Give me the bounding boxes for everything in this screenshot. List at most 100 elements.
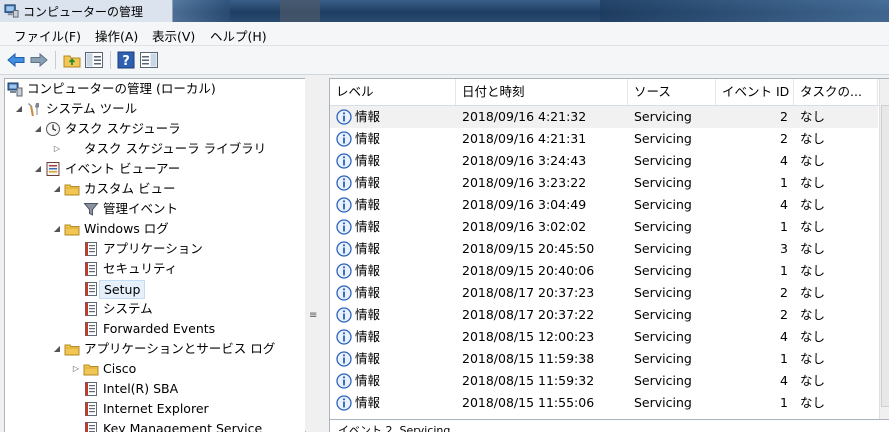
tree-item[interactable]: コンピューターの管理 (ローカル) xyxy=(5,79,305,99)
cell-datetime: 2018/08/15 11:59:32 xyxy=(462,370,594,392)
vertical-scrollbar[interactable] xyxy=(879,79,889,419)
cell-level: 情報 xyxy=(355,348,380,370)
cell-datetime: 2018/09/16 3:23:22 xyxy=(462,172,586,194)
tree-item-label: タスク スケジューラ xyxy=(65,119,181,139)
scrollbar-thumb[interactable] xyxy=(881,105,889,407)
table-row[interactable]: 情報2018/08/15 11:59:32Servicing4なし xyxy=(330,370,878,392)
tree-item-label: システム xyxy=(103,299,153,319)
table-row[interactable]: 情報2018/08/15 12:00:23Servicing4なし xyxy=(330,326,878,348)
cell-task: なし xyxy=(800,260,825,282)
tree-item-label: Cisco xyxy=(103,359,136,379)
tree-item[interactable]: Internet Explorer xyxy=(5,399,305,419)
tree-item[interactable]: システム xyxy=(5,299,305,319)
event-list-header: レベル 日付と時刻 ソース イベント ID タスクの... xyxy=(330,79,882,106)
tree-item[interactable]: ◢イベント ビューアー xyxy=(5,159,305,179)
tree-item-label: タスク スケジューラ ライブラリ xyxy=(84,139,266,159)
tree-item[interactable]: Setup xyxy=(5,279,305,299)
log-icon xyxy=(83,301,99,317)
information-icon xyxy=(336,153,352,169)
cell-level: 情報 xyxy=(355,194,380,216)
table-row[interactable]: 情報2018/09/16 3:24:43Servicing4なし xyxy=(330,150,878,172)
tree-item[interactable]: Intel(R) SBA xyxy=(5,379,305,399)
table-row[interactable]: 情報2018/09/16 3:04:49Servicing4なし xyxy=(330,194,878,216)
column-header-task[interactable]: タスクの... xyxy=(794,79,878,105)
forward-arrow-icon[interactable] xyxy=(29,50,49,70)
cell-level: 情報 xyxy=(355,216,380,238)
help-icon[interactable]: ? xyxy=(116,50,136,70)
information-icon xyxy=(336,175,352,191)
information-icon xyxy=(336,219,352,235)
column-header-level[interactable]: レベル xyxy=(330,79,456,105)
expanded-arrow-icon[interactable]: ◢ xyxy=(52,179,62,199)
expanded-arrow-icon[interactable]: ◢ xyxy=(52,339,62,359)
table-row[interactable]: 情報2018/08/17 20:37:23Servicing2なし xyxy=(330,282,878,304)
cell-event-id: 1 xyxy=(716,260,788,282)
information-icon xyxy=(336,351,352,367)
show-hide-tree-icon[interactable] xyxy=(84,50,104,70)
menu-help[interactable]: ヘルプ(H) xyxy=(210,26,267,45)
up-folder-icon[interactable] xyxy=(62,50,82,70)
event-list: レベル 日付と時刻 ソース イベント ID タスクの... 情報2018/09/… xyxy=(329,78,889,420)
back-arrow-icon[interactable] xyxy=(6,50,26,70)
cell-datetime: 2018/09/16 4:21:32 xyxy=(462,106,586,128)
cell-datetime: 2018/09/16 4:21:31 xyxy=(462,128,586,150)
column-header-source[interactable]: ソース xyxy=(628,79,716,105)
menu-view[interactable]: 表示(V) xyxy=(152,26,195,45)
cell-datetime: 2018/09/15 20:40:06 xyxy=(462,260,594,282)
tree-item-label: コンピューターの管理 (ローカル) xyxy=(27,79,216,99)
table-row[interactable]: 情報2018/08/17 20:37:22Servicing2なし xyxy=(330,304,878,326)
expanded-arrow-icon[interactable]: ◢ xyxy=(33,159,43,179)
cell-level: 情報 xyxy=(355,326,380,348)
tree-item[interactable]: Key Management Service xyxy=(5,419,305,432)
folder-icon xyxy=(64,221,80,237)
collapsed-arrow-icon[interactable]: ▷ xyxy=(71,359,81,379)
cell-event-id: 1 xyxy=(716,348,788,370)
table-row[interactable]: 情報2018/09/16 4:21:32Servicing2なし xyxy=(330,106,878,128)
column-header-event-id[interactable]: イベント ID xyxy=(716,79,794,105)
log-icon xyxy=(83,401,99,417)
cell-task: なし xyxy=(800,106,825,128)
tree-item[interactable]: ▷ タスク スケジューラ ライブラリ xyxy=(5,139,305,159)
pane-splitter[interactable]: ≡ xyxy=(305,78,327,431)
tree-item[interactable]: セキュリティ xyxy=(5,259,305,279)
folder-icon xyxy=(64,341,80,357)
table-row[interactable]: 情報2018/09/15 20:40:06Servicing1なし xyxy=(330,260,878,282)
window-title-tab[interactable]: コンピューターの管理 xyxy=(0,0,173,22)
expanded-arrow-icon[interactable]: ◢ xyxy=(14,99,24,119)
table-row[interactable]: 情報2018/09/15 20:45:50Servicing3なし xyxy=(330,238,878,260)
table-row[interactable]: 情報2018/09/16 4:21:31Servicing2なし xyxy=(330,128,878,150)
column-header-datetime[interactable]: 日付と時刻 xyxy=(456,79,628,105)
information-icon xyxy=(336,131,352,147)
log-icon xyxy=(83,261,99,277)
tree-item-label: カスタム ビュー xyxy=(84,179,175,199)
expanded-arrow-icon[interactable]: ◢ xyxy=(52,219,62,239)
menu-file[interactable]: ファイル(F) xyxy=(14,26,81,45)
cell-level: 情報 xyxy=(355,392,380,414)
table-row[interactable]: 情報2018/09/16 3:23:22Servicing1なし xyxy=(330,172,878,194)
tree-item[interactable]: ▷ Cisco xyxy=(5,359,305,379)
tree-item[interactable]: ◢ カスタム ビュー xyxy=(5,179,305,199)
cell-task: なし xyxy=(800,282,825,304)
table-row[interactable]: 情報2018/08/15 11:55:06Servicing1なし xyxy=(330,392,878,414)
menu-action[interactable]: 操作(A) xyxy=(95,26,138,45)
collapsed-arrow-icon[interactable]: ▷ xyxy=(52,139,62,159)
computer-icon xyxy=(7,81,23,97)
tree-item[interactable]: アプリケーション xyxy=(5,239,305,259)
expanded-arrow-icon[interactable]: ◢ xyxy=(33,119,43,139)
cell-source: Servicing xyxy=(634,216,692,238)
tools-icon xyxy=(26,101,42,117)
tree-item[interactable]: ◢システム ツール xyxy=(5,99,305,119)
tree-item[interactable]: Forwarded Events xyxy=(5,319,305,339)
tree-item-label: Intel(R) SBA xyxy=(103,379,178,399)
tree-item[interactable]: ◢ タスク スケジューラ xyxy=(5,119,305,139)
table-row[interactable]: 情報2018/08/15 11:59:38Servicing1なし xyxy=(330,348,878,370)
information-icon xyxy=(336,307,352,323)
tree-item[interactable]: 管理イベント xyxy=(5,199,305,219)
cell-event-id: 4 xyxy=(716,150,788,172)
table-row[interactable]: 情報2018/09/16 3:02:02Servicing1なし xyxy=(330,216,878,238)
tree-item[interactable]: ◢アプリケーションとサービス ログ xyxy=(5,339,305,359)
tree-item-label: セキュリティ xyxy=(103,259,177,279)
cell-source: Servicing xyxy=(634,172,692,194)
tree-item[interactable]: ◢Windows ログ xyxy=(5,219,305,239)
show-action-pane-icon[interactable] xyxy=(139,50,159,70)
